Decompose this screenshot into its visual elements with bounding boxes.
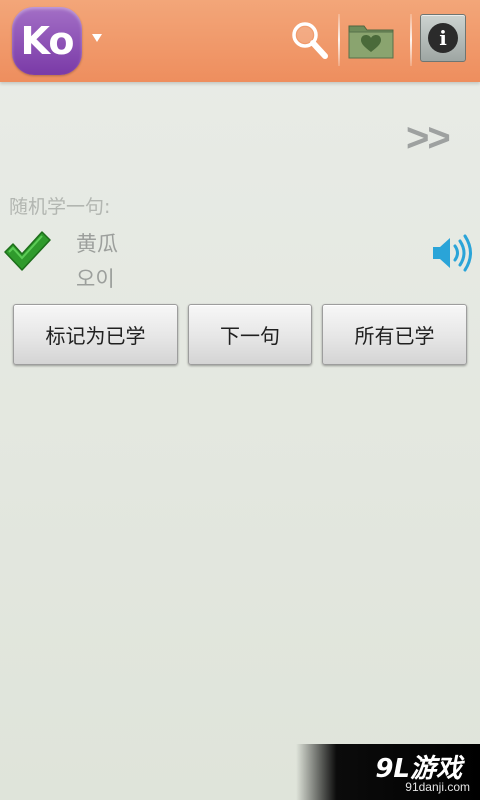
- random-sentence-label: 随机学一句:: [9, 196, 111, 218]
- next-page-arrow[interactable]: >>: [406, 116, 451, 161]
- checkmark-icon: [4, 231, 51, 271]
- app-logo[interactable]: Ko: [12, 7, 82, 75]
- speaker-icon[interactable]: [430, 230, 474, 276]
- dropdown-arrow-icon[interactable]: [92, 34, 102, 42]
- watermark: 9L游戏 91danji.com: [296, 744, 480, 800]
- toolbar-divider: [410, 14, 412, 66]
- sentence-korean: 오이: [76, 267, 115, 291]
- info-button[interactable]: i: [420, 14, 468, 64]
- favorites-folder-icon: [348, 25, 394, 59]
- all-learned-button[interactable]: 所有已学: [322, 304, 467, 365]
- info-button-frame: i: [420, 14, 466, 62]
- info-icon: i: [428, 23, 458, 53]
- search-icon: [292, 22, 328, 59]
- toolbar-divider: [338, 14, 340, 66]
- action-bar: Ko i: [0, 0, 480, 82]
- sentence-chinese: 黄瓜: [76, 232, 118, 256]
- next-sentence-button[interactable]: 下一句: [188, 304, 312, 365]
- search-button[interactable]: [288, 16, 332, 64]
- favorites-button[interactable]: [346, 14, 396, 66]
- mark-learned-button[interactable]: 标记为已学: [13, 304, 178, 365]
- watermark-url: 91danji.com: [405, 780, 470, 794]
- app-logo-text: Ko: [20, 19, 75, 63]
